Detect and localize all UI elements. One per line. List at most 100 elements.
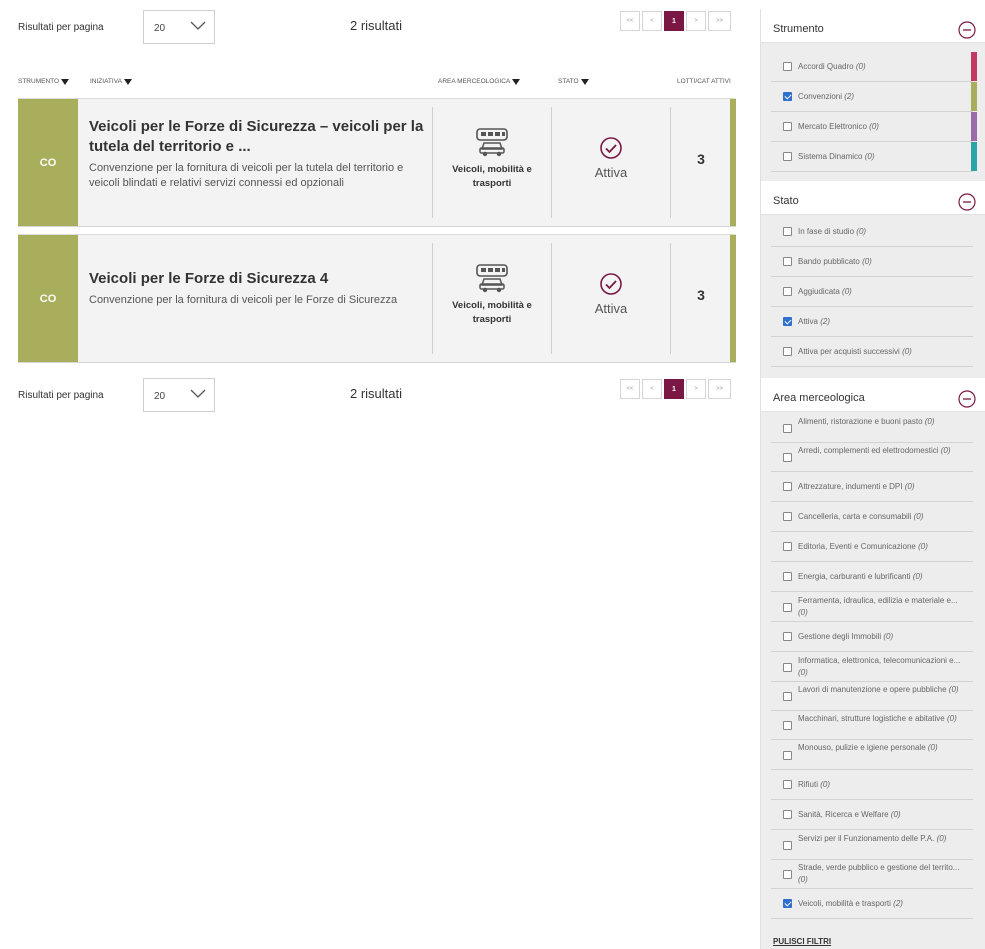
area-cell: Veicoli, mobilità e trasporti xyxy=(433,127,551,191)
pagination: << < 1 > >> xyxy=(620,379,731,399)
first-page-button[interactable]: << xyxy=(620,11,640,31)
checkbox[interactable] xyxy=(783,603,792,612)
current-page-button[interactable]: 1 xyxy=(664,379,684,399)
filter-option[interactable]: Accordi Quadro (0) xyxy=(771,52,977,82)
sort-down-icon xyxy=(580,78,589,85)
checkbox[interactable] xyxy=(783,663,792,672)
prev-page-button[interactable]: < xyxy=(642,11,662,31)
filter-option[interactable]: Informatica, elettronica, telecomunicazi… xyxy=(771,652,973,682)
strumento-color-bar xyxy=(971,112,977,141)
filter-option[interactable]: Macchinari, strutture logistiche e abita… xyxy=(771,711,973,740)
checkbox-checked[interactable] xyxy=(783,92,792,101)
checkbox[interactable] xyxy=(783,780,792,789)
prev-page-button[interactable]: < xyxy=(642,379,662,399)
checkbox[interactable] xyxy=(783,424,792,433)
status-label: Attiva xyxy=(594,165,628,180)
filter-option[interactable]: Attrezzature, indumenti e DPI (0) xyxy=(771,472,973,502)
next-page-button[interactable]: > xyxy=(686,379,706,399)
filter-option[interactable]: Bando pubblicato (0) xyxy=(771,247,973,277)
strumento-color-bar xyxy=(730,235,736,362)
checkbox-checked[interactable] xyxy=(783,317,792,326)
result-description: Convenzione per la fornitura di veicoli … xyxy=(89,162,404,189)
checkbox[interactable] xyxy=(783,751,792,760)
filter-option[interactable]: Convenzioni (2) xyxy=(771,82,977,112)
column-header-iniziativa[interactable]: INIZIATIVA xyxy=(90,78,132,85)
filter-option[interactable]: Servizi per il Funzionamento delle P.A. … xyxy=(771,830,973,860)
checkbox[interactable] xyxy=(783,257,792,266)
column-header-strumento[interactable]: STRUMENTO xyxy=(18,78,70,85)
filter-option[interactable]: Sistema Dinamico (0) xyxy=(771,142,977,172)
check-circle-icon xyxy=(600,273,622,295)
filter-option[interactable]: Sanità, Ricerca e Welfare (0) xyxy=(771,800,973,830)
results-per-page-label: Risultati per pagina xyxy=(18,22,104,33)
filter-option[interactable]: Energia, carburanti e lubrificanti (0) xyxy=(771,562,973,592)
divider xyxy=(670,107,671,218)
clear-filters-link[interactable]: PULISCI FILTRI xyxy=(773,937,831,946)
filter-option[interactable]: Cancelleria, carta e consumabili (0) xyxy=(771,502,973,532)
collapse-icon[interactable] xyxy=(958,193,976,211)
checkbox[interactable] xyxy=(783,572,792,581)
strumento-color-bar xyxy=(971,142,977,171)
filter-option[interactable]: Ferramenta, idraulica, edilizia e materi… xyxy=(771,592,973,622)
filter-option[interactable]: Lavori di manutenzione e opere pubbliche… xyxy=(771,682,973,711)
result-title[interactable]: Veicoli per le Forze di Sicurezza – veic… xyxy=(89,117,424,157)
checkbox-checked[interactable] xyxy=(783,899,792,908)
results-per-page-value: 20 xyxy=(154,23,166,34)
filter-section-title: Area merceologica xyxy=(773,392,865,404)
last-page-button[interactable]: >> xyxy=(708,11,731,31)
checkbox[interactable] xyxy=(783,512,792,521)
strumento-badge: CO xyxy=(18,99,78,226)
checkbox[interactable] xyxy=(783,841,792,850)
checkbox[interactable] xyxy=(783,122,792,131)
result-card[interactable]: CO Veicoli per le Forze di Sicurezza – v… xyxy=(18,98,736,227)
checkbox[interactable] xyxy=(783,347,792,356)
filter-option[interactable]: Alimenti, ristorazione e buoni pasto (0) xyxy=(771,414,973,443)
filter-option[interactable]: Attiva (2) xyxy=(771,307,973,337)
result-card[interactable]: CO Veicoli per le Forze di Sicurezza 4 C… xyxy=(18,234,736,363)
checkbox[interactable] xyxy=(783,870,792,879)
last-page-button[interactable]: >> xyxy=(708,379,731,399)
checkbox[interactable] xyxy=(783,453,792,462)
filter-option[interactable]: Editoria, Eventi e Comunicazione (0) xyxy=(771,532,973,562)
filter-option[interactable]: Monouso, pulizie e igiene personale (0) xyxy=(771,740,973,770)
checkbox[interactable] xyxy=(783,542,792,551)
first-page-button[interactable]: << xyxy=(620,379,640,399)
checkbox[interactable] xyxy=(783,632,792,641)
filter-option[interactable]: Veicoli, mobilità e trasporti (2) xyxy=(771,889,973,919)
checkbox[interactable] xyxy=(783,721,792,730)
checkbox[interactable] xyxy=(783,287,792,296)
filter-section-header: Stato xyxy=(761,181,985,215)
filter-option[interactable]: Aggiudicata (0) xyxy=(771,277,973,307)
divider xyxy=(670,243,671,354)
filter-option[interactable]: Attiva per acquisti successivi (0) xyxy=(771,337,973,367)
checkbox[interactable] xyxy=(783,227,792,236)
lotti-count: 3 xyxy=(697,287,705,303)
filter-option[interactable]: In fase di studio (0) xyxy=(771,217,973,247)
collapse-icon[interactable] xyxy=(958,390,976,408)
column-header-stato[interactable]: STATO xyxy=(558,78,589,85)
check-circle-icon xyxy=(600,137,622,159)
column-header-area[interactable]: AREA MERCEOLOGICA xyxy=(438,78,521,85)
sort-down-icon xyxy=(123,78,132,85)
result-title[interactable]: Veicoli per le Forze di Sicurezza 4 xyxy=(89,269,424,289)
collapse-icon[interactable] xyxy=(958,21,976,39)
strumento-color-bar xyxy=(971,82,977,111)
filter-option[interactable]: Mercato Elettronico (0) xyxy=(771,112,977,142)
checkbox[interactable] xyxy=(783,62,792,71)
result-description: Convenzione per la fornitura di veicoli … xyxy=(89,294,398,306)
filter-option[interactable]: Rifiuti (0) xyxy=(771,770,973,800)
results-per-page-select[interactable]: 20 xyxy=(143,10,215,44)
column-headers: STRUMENTO INIZIATIVA AREA MERCEOLOGICA S… xyxy=(18,78,738,92)
filter-option[interactable]: Arredi, complementi ed elettrodomestici … xyxy=(771,443,973,472)
sort-down-icon xyxy=(61,78,70,85)
current-page-button[interactable]: 1 xyxy=(664,11,684,31)
next-page-button[interactable]: > xyxy=(686,11,706,31)
results-per-page-label: Risultati per pagina xyxy=(18,390,104,401)
filter-option[interactable]: Gestione degli Immobili (0) xyxy=(771,622,973,652)
checkbox[interactable] xyxy=(783,482,792,491)
checkbox[interactable] xyxy=(783,810,792,819)
filter-option[interactable]: Strade, verde pubblico e gestione del te… xyxy=(771,860,973,889)
checkbox[interactable] xyxy=(783,152,792,161)
checkbox[interactable] xyxy=(783,692,792,701)
results-per-page-select[interactable]: 20 xyxy=(143,378,215,412)
